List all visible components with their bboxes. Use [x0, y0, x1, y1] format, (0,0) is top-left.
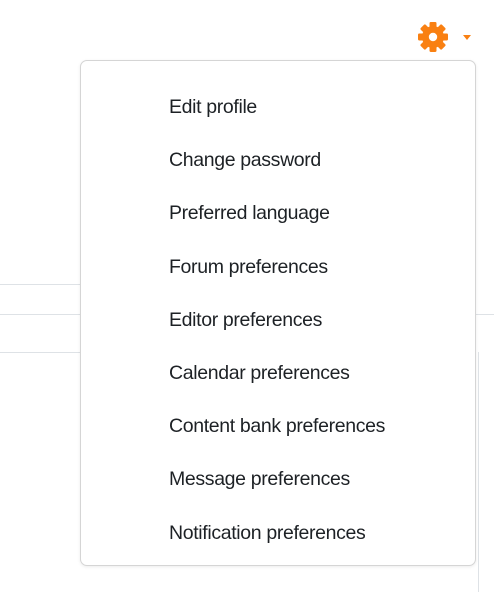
menu-item-edit-profile[interactable]: Edit profile	[81, 81, 475, 134]
gear-icon	[418, 22, 448, 52]
background-divider	[476, 314, 494, 315]
menu-item-preferred-language[interactable]: Preferred language	[81, 187, 475, 240]
menu-item-content-bank-preferences[interactable]: Content bank preferences	[81, 400, 475, 453]
menu-item-notification-preferences[interactable]: Notification preferences	[81, 507, 475, 560]
menu-item-message-preferences[interactable]: Message preferences	[81, 453, 475, 506]
preferences-dropdown-menu: Edit profile Change password Preferred l…	[80, 60, 476, 566]
caret-down-icon	[463, 35, 471, 40]
menu-item-calendar-preferences[interactable]: Calendar preferences	[81, 347, 475, 400]
background-divider	[0, 284, 80, 285]
menu-item-forum-preferences[interactable]: Forum preferences	[81, 241, 475, 294]
background-divider	[0, 352, 80, 353]
menu-item-change-password[interactable]: Change password	[81, 134, 475, 187]
background-divider	[0, 314, 80, 315]
background-divider	[478, 352, 479, 592]
menu-item-editor-preferences[interactable]: Editor preferences	[81, 294, 475, 347]
preferences-menu-toggle[interactable]	[410, 14, 484, 52]
menu-list: Edit profile Change password Preferred l…	[81, 61, 475, 560]
